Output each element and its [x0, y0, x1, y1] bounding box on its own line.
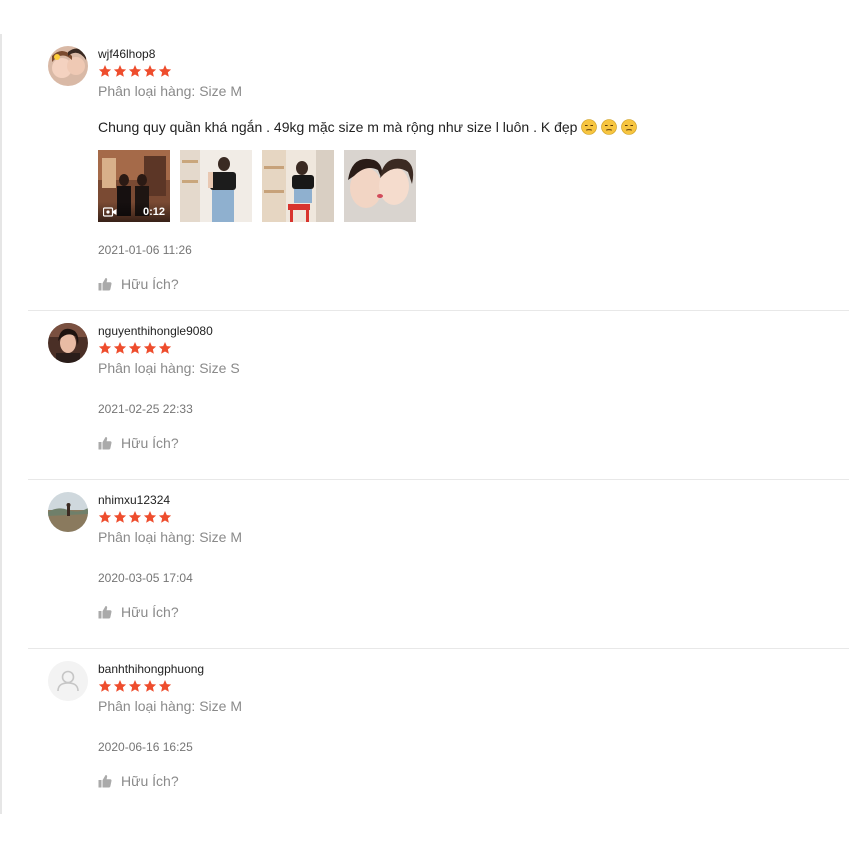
star-icon — [158, 680, 172, 692]
thumbs-up-icon — [98, 278, 112, 291]
helpful-button[interactable]: Hữu Ích? — [98, 604, 849, 620]
review-timestamp: 2021-01-06 11:26 — [98, 243, 192, 257]
star-rating — [98, 64, 849, 80]
star-rating — [98, 510, 849, 526]
star-icon — [113, 511, 127, 523]
unamused-face-icon — [581, 119, 598, 135]
star-icon — [158, 342, 172, 354]
review-item: banhthihongphuong Phân loại hàng: Size M… — [28, 649, 849, 814]
star-icon — [143, 342, 157, 354]
star-icon — [98, 680, 112, 692]
unamused-face-icon — [601, 119, 618, 135]
review-item: nhimxu12324 Phân loại hàng: Size M 2020-… — [28, 480, 849, 649]
review-item: wjf46lhop8 Phân loại hàng: Size M Chung … — [28, 34, 849, 311]
star-icon — [128, 680, 142, 692]
video-duration: 0:12 — [142, 206, 165, 218]
helpful-label: Hữu Ích? — [121, 604, 179, 620]
left-border — [0, 34, 2, 814]
default-avatar-icon[interactable] — [48, 661, 88, 701]
star-icon — [113, 680, 127, 692]
unamused-face-icon — [621, 119, 638, 135]
variation-label: Phân loại hàng: Size M — [98, 698, 242, 714]
review-timestamp: 2020-06-16 16:25 — [98, 740, 193, 754]
avatar[interactable] — [48, 323, 88, 363]
variation-label: Phân loại hàng: Size S — [98, 360, 240, 376]
star-icon — [98, 65, 112, 77]
star-icon — [158, 511, 172, 523]
comment-text: Chung quy quần khá ngắn . 49kg mặc size … — [98, 119, 578, 135]
photo-thumbnail[interactable] — [344, 150, 416, 222]
review-timestamp: 2020-03-05 17:04 — [98, 571, 193, 585]
star-icon — [113, 342, 127, 354]
helpful-label: Hữu Ích? — [121, 276, 179, 292]
thumbs-up-icon — [98, 606, 112, 619]
helpful-label: Hữu Ích? — [121, 773, 179, 789]
username: wjf46lhop8 — [98, 47, 156, 61]
review-comment: Chung quy quần khá ngắn . 49kg mặc size … — [98, 117, 849, 137]
thumbs-up-icon — [98, 775, 112, 788]
star-icon — [143, 680, 157, 692]
username: nhimxu12324 — [98, 493, 171, 507]
thumbs-up-icon — [98, 437, 112, 450]
review-timestamp: 2021-02-25 22:33 — [98, 402, 193, 416]
helpful-button[interactable]: Hữu Ích? — [98, 435, 849, 451]
avatar[interactable] — [48, 46, 88, 86]
helpful-button[interactable]: Hữu Ích? — [98, 276, 849, 292]
star-rating — [98, 679, 849, 695]
username: banhthihongphuong — [98, 662, 205, 676]
star-icon — [143, 511, 157, 523]
star-icon — [143, 65, 157, 77]
review-item: nguyenthihongle9080 Phân loại hàng: Size… — [28, 311, 849, 480]
star-icon — [128, 65, 142, 77]
helpful-label: Hữu Ích? — [121, 435, 179, 451]
photo-thumbnail[interactable] — [262, 150, 334, 222]
avatar[interactable] — [48, 492, 88, 532]
star-icon — [98, 342, 112, 354]
star-icon — [158, 65, 172, 77]
helpful-button[interactable]: Hữu Ích? — [98, 773, 849, 789]
star-icon — [113, 65, 127, 77]
video-camera-icon — [103, 207, 117, 217]
star-rating — [98, 341, 849, 357]
video-thumbnail[interactable]: 0:12 — [98, 150, 170, 222]
variation-label: Phân loại hàng: Size M — [98, 83, 242, 99]
star-icon — [128, 342, 142, 354]
star-icon — [128, 511, 142, 523]
review-media: 0:12 — [98, 150, 849, 222]
star-icon — [98, 511, 112, 523]
username: nguyenthihongle9080 — [98, 324, 213, 338]
photo-thumbnail[interactable] — [180, 150, 252, 222]
variation-label: Phân loại hàng: Size M — [98, 529, 242, 545]
